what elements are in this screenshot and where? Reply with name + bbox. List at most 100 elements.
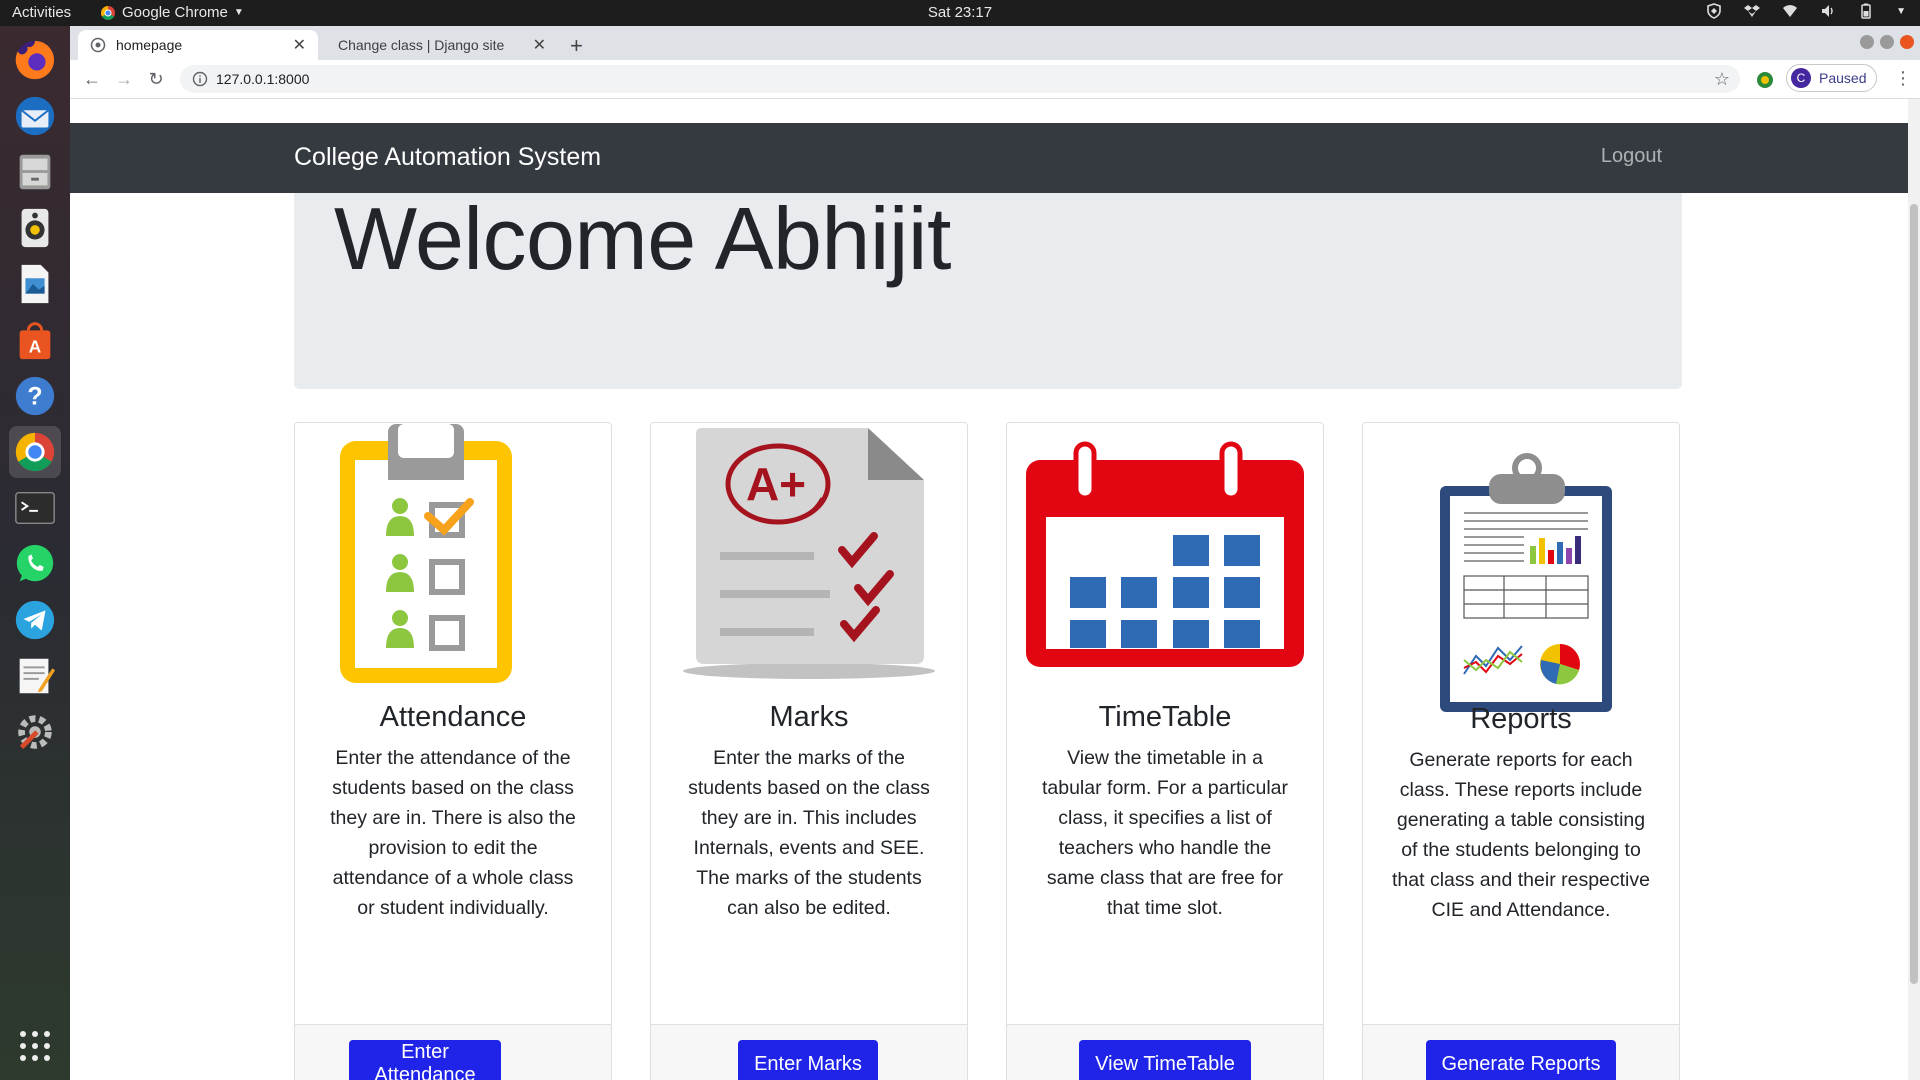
card-marks: A+ Marks Enter the marks of the students… [650, 422, 968, 1080]
help-icon: ? [15, 376, 55, 416]
tab-title: homepage [116, 37, 183, 53]
address-bar[interactable]: 127.0.0.1:8000 ☆ [180, 65, 1740, 93]
close-icon[interactable]: ✕ [293, 35, 306, 55]
dock-settings[interactable] [9, 706, 61, 758]
telegram-icon [15, 600, 55, 640]
settings-wrench-icon [18, 715, 52, 750]
tab-title: Change class | Django site [338, 37, 505, 53]
dock-help[interactable]: ? [9, 370, 61, 422]
system-tray[interactable]: ▼ [1706, 3, 1906, 19]
card-title: Attendance [379, 701, 527, 733]
shopping-bag-icon: A [19, 322, 51, 360]
minimize-button[interactable] [1860, 35, 1874, 49]
dropbox-icon[interactable] [1744, 3, 1761, 19]
dock-thunderbird[interactable] [9, 90, 61, 142]
terminal-icon [15, 491, 55, 525]
card-reports: Reports Generate reports for each class.… [1362, 422, 1680, 1080]
card-text: Generate reports for each class. These r… [1392, 749, 1650, 921]
info-icon[interactable] [192, 71, 208, 87]
browser-toolbar: ← → ↻ 127.0.0.1:8000 ☆ C Paused ⋮ [70, 60, 1920, 99]
battery-icon[interactable] [1858, 3, 1874, 19]
card-footer: Enter Marks [651, 1024, 967, 1080]
svg-text:A+: A+ [746, 458, 806, 510]
card-title: Marks [769, 701, 849, 733]
speaker-icon [21, 208, 49, 248]
forward-arrow-icon[interactable]: → [114, 69, 134, 89]
graded-paper-icon: A+ [683, 428, 935, 679]
welcome-heading: Welcome Abhijit [334, 189, 951, 288]
close-window-button[interactable] [1900, 35, 1914, 49]
page-scrollbar[interactable] [1908, 99, 1920, 1080]
wifi-icon[interactable] [1782, 3, 1798, 19]
bookmark-star-icon[interactable]: ☆ [1714, 69, 1730, 90]
dock-libreoffice[interactable] [9, 258, 61, 310]
card-text: Enter the marks of the students based on… [688, 747, 930, 919]
more-menu-icon[interactable]: ⋮ [1894, 68, 1912, 89]
document-image-icon [21, 264, 49, 304]
avatar: C [1791, 68, 1811, 88]
text-editor-icon [19, 658, 56, 694]
svg-text:?: ? [27, 383, 42, 411]
dock-whatsapp[interactable] [9, 538, 61, 590]
tab-homepage[interactable]: homepage ✕ [78, 30, 318, 60]
clipboard-checklist-icon [340, 424, 512, 683]
dock: A ? [0, 26, 70, 1080]
dock-firefox[interactable] [9, 34, 61, 86]
dock-telegram[interactable] [9, 594, 61, 646]
close-icon[interactable]: ✕ [533, 35, 546, 55]
clock: Sat 23:17 [927, 4, 993, 21]
card-timetable: TimeTable View the timetable in a tabula… [1006, 422, 1324, 1080]
card-text: Enter the attendance of the students bas… [330, 747, 576, 919]
view-timetable-button[interactable]: View TimeTable [1079, 1040, 1251, 1080]
logout-link[interactable]: Logout [1601, 145, 1662, 168]
maximize-button[interactable] [1880, 35, 1894, 49]
dock-text-editor[interactable] [9, 650, 61, 702]
activities-button[interactable]: Activities [12, 4, 71, 21]
shield-icon[interactable] [1706, 3, 1722, 19]
site-brand[interactable]: College Automation System [294, 143, 601, 172]
whatsapp-icon [16, 544, 54, 582]
tab-strip: homepage ✕ Change class | Django site ✕ … [70, 26, 1920, 60]
chevron-down-icon[interactable]: ▼ [1896, 6, 1906, 17]
calendar-icon [1026, 441, 1304, 667]
chevron-down-icon: ▼ [233, 7, 244, 18]
url-text: 127.0.0.1:8000 [216, 71, 310, 87]
tab-change-class[interactable]: Change class | Django site ✕ [326, 30, 558, 60]
dock-rhythmbox[interactable] [9, 202, 61, 254]
chrome-icon [15, 432, 55, 472]
card-title: Reports [1470, 703, 1572, 735]
volume-icon[interactable] [1820, 3, 1836, 19]
globe-icon [90, 37, 106, 53]
enter-marks-button[interactable]: Enter Marks [738, 1040, 878, 1080]
card-attendance: Attendance Enter the attendance of the s… [294, 422, 612, 1080]
dock-software-center[interactable]: A [9, 314, 61, 366]
page-viewport: College Automation System Logout Welcome… [70, 99, 1908, 1080]
generate-reports-button[interactable]: Generate Reports [1426, 1040, 1616, 1080]
browser-window: homepage ✕ Change class | Django site ✕ … [70, 26, 1920, 1080]
card-footer: Enter Attendance [295, 1024, 611, 1080]
card-footer: View TimeTable [1007, 1024, 1323, 1080]
report-clipboard-icon [1440, 453, 1612, 712]
file-cabinet-icon [19, 154, 51, 190]
system-top-bar: Activities Google Chrome ▼ Sat 23:17 ▼ [0, 0, 1920, 26]
card-footer: Generate Reports [1363, 1024, 1679, 1080]
card-title: TimeTable [1098, 701, 1232, 733]
reload-icon[interactable]: ↻ [146, 69, 166, 89]
jumbotron: Welcome Abhijit [294, 189, 1682, 389]
thunderbird-icon [15, 96, 55, 136]
scrollbar-thumb[interactable] [1910, 204, 1918, 984]
dock-terminal[interactable] [9, 482, 61, 534]
dock-files[interactable] [9, 146, 61, 198]
app-menu[interactable]: Google Chrome ▼ [100, 4, 244, 21]
svg-text:A: A [29, 336, 41, 356]
card-text: View the timetable in a tabular form. Fo… [1041, 747, 1288, 919]
profile-status: Paused [1819, 70, 1867, 86]
back-arrow-icon[interactable]: ← [82, 69, 102, 89]
enter-attendance-button[interactable]: Enter Attendance [349, 1040, 501, 1080]
profile-button[interactable]: C Paused [1786, 64, 1878, 92]
extension-icon[interactable] [1756, 71, 1774, 89]
app-menu-label: Google Chrome [122, 4, 228, 21]
show-applications-icon[interactable] [18, 1029, 52, 1063]
new-tab-button[interactable]: + [570, 33, 583, 59]
dock-chrome[interactable] [9, 426, 61, 478]
